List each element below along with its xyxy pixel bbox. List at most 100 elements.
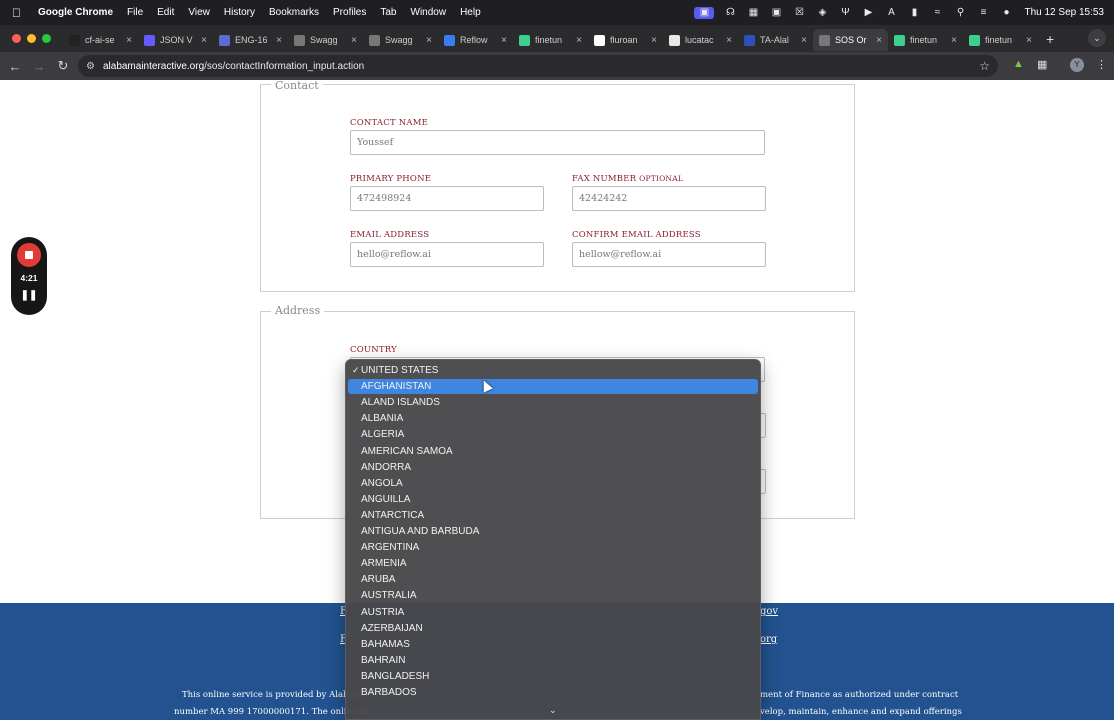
extensions-puzzle-icon[interactable]: ▦ [1037, 58, 1047, 71]
scroll-down-chevron-icon[interactable]: ⌄ [549, 705, 557, 716]
country-dropdown-list[interactable]: ✓ UNITED STATES AFGHANISTAN ALAND ISLANDS AL… [345, 359, 761, 720]
close-window-button[interactable] [12, 34, 21, 43]
browser-tab[interactable]: lucatac × [663, 29, 738, 51]
profile-avatar[interactable]: Y [1070, 58, 1084, 72]
country-option[interactable]: ANDORRA [348, 460, 758, 475]
country-option[interactable]: AUSTRALIA [348, 588, 758, 603]
siri-icon[interactable]: ● [999, 7, 1013, 19]
pause-recording-icon[interactable]: ❚❚ [11, 290, 47, 301]
country-option[interactable]: ✓ UNITED STATES [348, 363, 758, 378]
footer-link-org[interactable]: org [760, 634, 777, 645]
browser-tab[interactable]: finetun × [888, 29, 963, 51]
forward-arrow-icon[interactable]: → [27, 59, 51, 74]
browser-tab[interactable]: Swagg × [363, 29, 438, 51]
menu-help[interactable]: Help [460, 7, 481, 18]
close-tab-icon[interactable]: × [801, 35, 807, 46]
address-bar[interactable]: ⚙ alabamainteractive.org/sos/contactInfo… [78, 55, 998, 77]
browser-tab[interactable]: SOS Or × [813, 29, 888, 51]
close-tab-icon[interactable]: × [501, 35, 507, 46]
contact-name-input[interactable]: Youssef [350, 130, 765, 155]
browser-tab[interactable]: Reflow × [438, 29, 513, 51]
menu-view[interactable]: View [188, 7, 210, 18]
footer-text-line2-right: velop, maintain, enhance and expand offe… [760, 707, 962, 717]
search-icon[interactable]: ⚲ [953, 7, 967, 19]
country-option[interactable]: AFGHANISTAN [348, 379, 758, 395]
menu-tab[interactable]: Tab [380, 7, 396, 18]
chrome-menu-icon[interactable]: ⋮ [1096, 58, 1107, 71]
country-option[interactable]: BAHAMAS [348, 637, 758, 652]
new-tab-button[interactable]: + [1046, 31, 1054, 47]
close-tab-icon[interactable]: × [951, 35, 957, 46]
close-box-icon[interactable]: ☒ [792, 7, 806, 19]
fax-number-input[interactable]: 42424242 [572, 186, 766, 211]
minimize-window-button[interactable] [27, 34, 36, 43]
close-tab-icon[interactable]: × [426, 35, 432, 46]
menu-window[interactable]: Window [411, 7, 447, 18]
confirm-email-input[interactable]: hellow@reflow.ai [572, 242, 766, 267]
email-address-input[interactable]: hello@reflow.ai [350, 242, 544, 267]
close-tab-icon[interactable]: × [201, 35, 207, 46]
close-tab-icon[interactable]: × [726, 35, 732, 46]
country-option[interactable]: ANGUILLA [348, 492, 758, 507]
country-option[interactable]: ARUBA [348, 572, 758, 587]
control-center-icon[interactable]: ≡ [976, 7, 990, 19]
country-option[interactable]: ALGERIA [348, 427, 758, 442]
app-status-icon[interactable]: ▦ [746, 7, 760, 19]
country-option[interactable]: AZERBAIJAN [348, 621, 758, 636]
extension-chart-icon[interactable]: ▲ [1013, 58, 1024, 70]
s-app-icon[interactable]: ▣ [769, 7, 783, 19]
country-option[interactable]: ALAND ISLANDS [348, 395, 758, 410]
country-option[interactable]: ANGOLA [348, 476, 758, 491]
site-info-icon[interactable]: ⚙ [86, 61, 95, 72]
tab-search-button[interactable]: ⌄ [1088, 29, 1106, 47]
country-option[interactable]: ANTIGUA AND BARBUDA [348, 524, 758, 539]
country-option[interactable]: BAHRAIN [348, 653, 758, 668]
headphones-icon[interactable]: ☊ [723, 7, 737, 19]
apple-icon[interactable]:  [12, 6, 26, 20]
close-tab-icon[interactable]: × [126, 35, 132, 46]
country-option[interactable]: ARGENTINA [348, 540, 758, 555]
country-option[interactable]: AMERICAN SAMOA [348, 444, 758, 459]
browser-tab[interactable]: Swagg × [288, 29, 363, 51]
close-tab-icon[interactable]: × [876, 35, 882, 46]
menu-file[interactable]: File [127, 7, 143, 18]
country-option[interactable]: BARBADOS [348, 685, 758, 700]
screen-record-icon[interactable]: ▣ [694, 6, 715, 19]
country-option[interactable]: AUSTRIA [348, 605, 758, 620]
browser-tab[interactable]: cf-ai-se × [63, 29, 138, 51]
reload-icon[interactable]: ↻ [51, 58, 75, 74]
browser-tab[interactable]: fluroan × [588, 29, 663, 51]
browser-tab[interactable]: finetun × [963, 29, 1038, 51]
close-tab-icon[interactable]: × [651, 35, 657, 46]
menu-edit[interactable]: Edit [157, 7, 174, 18]
close-tab-icon[interactable]: × [1026, 35, 1032, 46]
play-icon[interactable]: ▶ [861, 7, 875, 19]
close-tab-icon[interactable]: × [351, 35, 357, 46]
fork-icon[interactable]: Ψ [838, 7, 852, 19]
browser-tab[interactable]: JSON V × [138, 29, 213, 51]
menu-profiles[interactable]: Profiles [333, 7, 366, 18]
bookmark-star-icon[interactable]: ☆ [979, 59, 990, 73]
primary-phone-input[interactable]: 472498924 [350, 186, 544, 211]
menu-app-name[interactable]: Google Chrome [38, 7, 113, 18]
browser-tab[interactable]: finetun × [513, 29, 588, 51]
a-box-icon[interactable]: A [884, 7, 898, 19]
stop-recording-icon[interactable] [17, 243, 41, 267]
country-option[interactable]: ALBANIA [348, 411, 758, 426]
menubar-clock[interactable]: Thu 12 Sep 15:53 [1024, 7, 1104, 18]
footer-link-gov[interactable]: gov [760, 606, 778, 617]
menu-bookmarks[interactable]: Bookmarks [269, 7, 319, 18]
close-tab-icon[interactable]: × [576, 35, 582, 46]
country-option[interactable]: BANGLADESH [348, 669, 758, 684]
menu-history[interactable]: History [224, 7, 255, 18]
close-tab-icon[interactable]: × [276, 35, 282, 46]
country-option[interactable]: ARMENIA [348, 556, 758, 571]
browser-tab[interactable]: TA-Alal × [738, 29, 813, 51]
zoom-window-button[interactable] [42, 34, 51, 43]
wifi-icon[interactable]: ≈ [930, 7, 944, 19]
battery-icon[interactable]: ▮ [907, 7, 921, 19]
back-arrow-icon[interactable]: ← [3, 59, 27, 74]
browser-tab[interactable]: ENG-16 × [213, 29, 288, 51]
layers-icon[interactable]: ◈ [815, 7, 829, 19]
country-option[interactable]: ANTARCTICA [348, 508, 758, 523]
